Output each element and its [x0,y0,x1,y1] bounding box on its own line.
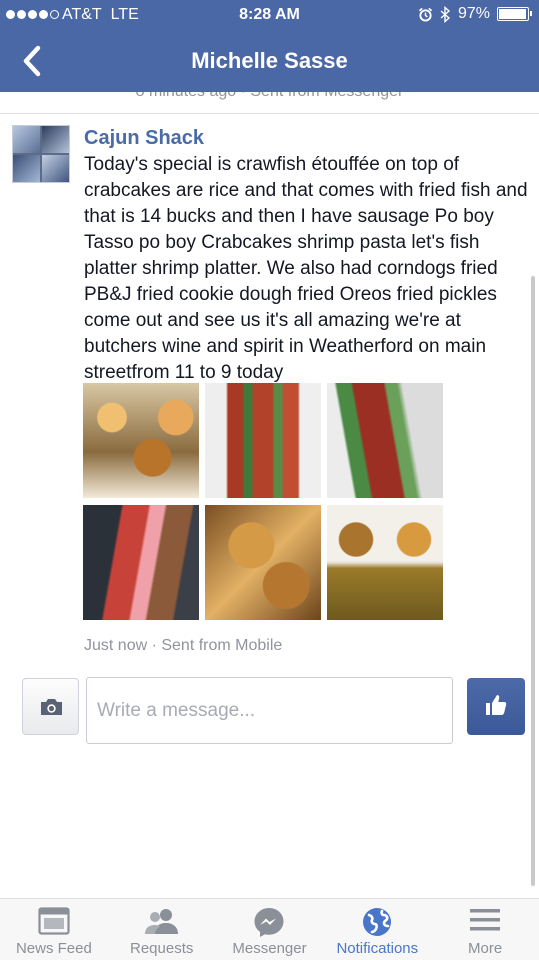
photo-grid [83,383,445,620]
battery-percent: 97% [457,5,490,22]
camera-icon [41,699,62,715]
alarm-icon [418,7,433,22]
tab-label: Requests [130,940,194,957]
menu-icon [470,909,501,931]
photo-sausage-po-boy[interactable] [205,383,321,498]
photo-etouffee-platter[interactable] [327,505,443,620]
photo-corndogs[interactable] [83,505,199,620]
avatar[interactable] [12,125,70,183]
battery-icon [497,7,532,21]
message-input[interactable] [86,677,453,744]
nav-header: AT&T LTE 8:28 AM 97% Michelle Sasse [0,0,539,92]
tab-requests[interactable]: Requests [108,899,216,960]
tab-notifications[interactable]: Notifications [323,899,431,960]
friend-requests-icon [144,909,178,934]
message-thread[interactable]: 8 minutes ago · Sent from Messenger Caju… [0,92,539,898]
globe-icon [363,908,392,936]
sender-name[interactable]: Cajun Shack [84,127,204,150]
message-meta: Just now · Sent from Mobile [84,637,283,654]
message-text: Today's special is crawfish étouffée on … [84,154,528,383]
status-bar: AT&T LTE 8:28 AM 97% [0,0,539,30]
tab-label: Messenger [232,940,307,957]
thumbs-up-icon [486,695,507,715]
tab-label: News Feed [15,940,92,957]
scrollbar[interactable] [531,276,535,886]
previous-message-meta: 8 minutes ago · Sent from Messenger [0,92,539,101]
tab-label: More [467,940,503,957]
news-feed-icon [38,907,70,935]
tab-more[interactable]: More [431,899,539,960]
camera-button[interactable] [22,678,79,735]
tab-bar: News Feed Requests Messenger Notificatio… [0,898,539,960]
like-button[interactable] [467,678,525,735]
messenger-icon [254,908,284,937]
bluetooth-icon [440,5,451,23]
tab-messenger[interactable]: Messenger [216,899,324,960]
tab-news-feed[interactable]: News Feed [0,899,108,960]
divider [0,113,539,114]
conversation-title: Michelle Sasse [191,48,348,73]
tab-label: Notifications [336,940,419,957]
photo-po-boy-sandwich[interactable] [327,383,443,498]
photo-fried-food-baskets[interactable] [83,383,199,498]
photo-fried-onion-rings[interactable] [205,505,321,620]
